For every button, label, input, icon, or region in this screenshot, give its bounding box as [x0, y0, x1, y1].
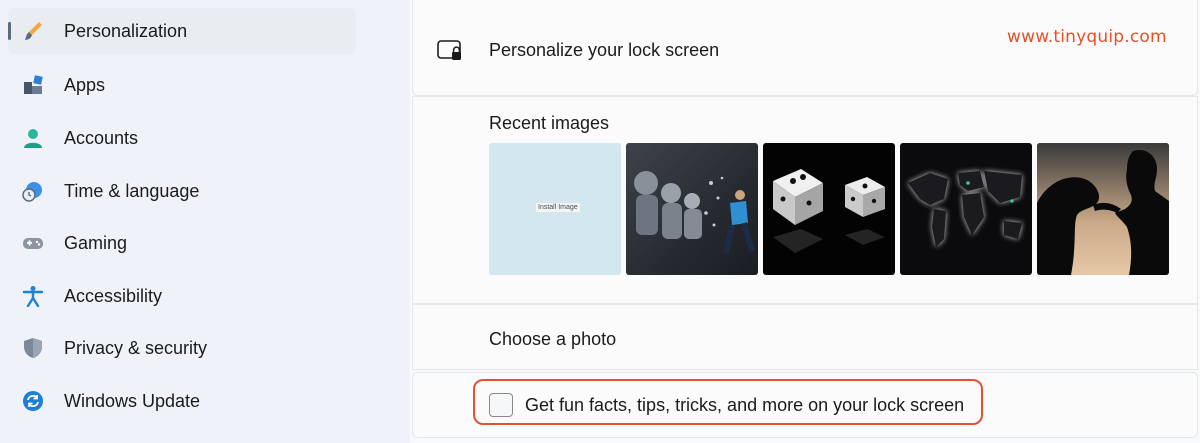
- sidebar-item-gaming[interactable]: Gaming: [8, 220, 356, 266]
- silhouette-image: [1037, 143, 1169, 275]
- choose-photo-row[interactable]: Choose a photo: [412, 304, 1198, 370]
- recent-images-card: Recent images Install Image: [412, 96, 1198, 304]
- recent-images-label: Recent images: [489, 113, 610, 133]
- fun-facts-row: Get fun facts, tips, tricks, and more on…: [412, 372, 1198, 438]
- choose-photo-label: Choose a photo: [489, 329, 617, 349]
- fun-facts-label[interactable]: Get fun facts, tips, tricks, and more on…: [525, 395, 964, 416]
- sidebar-item-label: Time & language: [64, 181, 200, 201]
- sidebar-item-personalization[interactable]: Personalization: [8, 8, 356, 54]
- recent-image-thumbnail[interactable]: [763, 143, 895, 275]
- page-title: Personalize your lock screen: [489, 40, 720, 60]
- accessibility-icon: [22, 285, 44, 307]
- globe-clock-icon: [22, 180, 44, 202]
- sidebar-item-accounts[interactable]: Accounts: [8, 115, 356, 161]
- gamepad-icon: [22, 232, 44, 254]
- apps-icon: [22, 74, 44, 96]
- shield-icon: [22, 337, 44, 359]
- sidebar-item-windows-update[interactable]: Windows Update: [8, 378, 356, 424]
- sidebar-item-label: Apps: [64, 75, 106, 95]
- paintbrush-icon: [22, 20, 44, 42]
- active-indicator: [8, 22, 11, 40]
- watermark-text: www.tinyquip.com: [1007, 27, 1167, 47]
- lock-screen-header-card[interactable]: Personalize your lock screen www.tinyqui…: [412, 0, 1198, 96]
- sidebar-item-privacy-security[interactable]: Privacy & security: [8, 325, 356, 371]
- recent-image-thumbnail[interactable]: Install Image: [489, 143, 621, 275]
- settings-sidebar: Personalization Apps Accounts Time & lan…: [0, 0, 380, 443]
- recent-image-thumbnail[interactable]: [900, 143, 1032, 275]
- fun-facts-checkbox[interactable]: [489, 393, 513, 417]
- sidebar-item-label: Accessibility: [64, 286, 163, 306]
- sync-icon: [22, 390, 44, 412]
- sidebar-item-accessibility[interactable]: Accessibility: [8, 273, 356, 319]
- lock-screen-icon: [437, 38, 463, 64]
- robots-image: [634, 171, 755, 254]
- sidebar-item-label: Gaming: [64, 233, 128, 253]
- world-map-image: [908, 171, 1022, 247]
- dice-image: [773, 169, 885, 253]
- thumbnail-caption: Install Image: [536, 203, 580, 212]
- sidebar-item-label: Privacy & security: [64, 338, 208, 358]
- sidebar-item-apps[interactable]: Apps: [8, 62, 356, 108]
- person-icon: [22, 127, 44, 149]
- sidebar-item-label: Personalization: [64, 21, 188, 41]
- sidebar-item-label: Windows Update: [64, 391, 201, 411]
- sidebar-item-time-language[interactable]: Time & language: [8, 168, 356, 214]
- sidebar-item-label: Accounts: [64, 128, 139, 148]
- recent-images-list: Install Image: [489, 143, 1169, 275]
- recent-image-thumbnail[interactable]: [626, 143, 758, 275]
- recent-image-thumbnail[interactable]: [1037, 143, 1169, 275]
